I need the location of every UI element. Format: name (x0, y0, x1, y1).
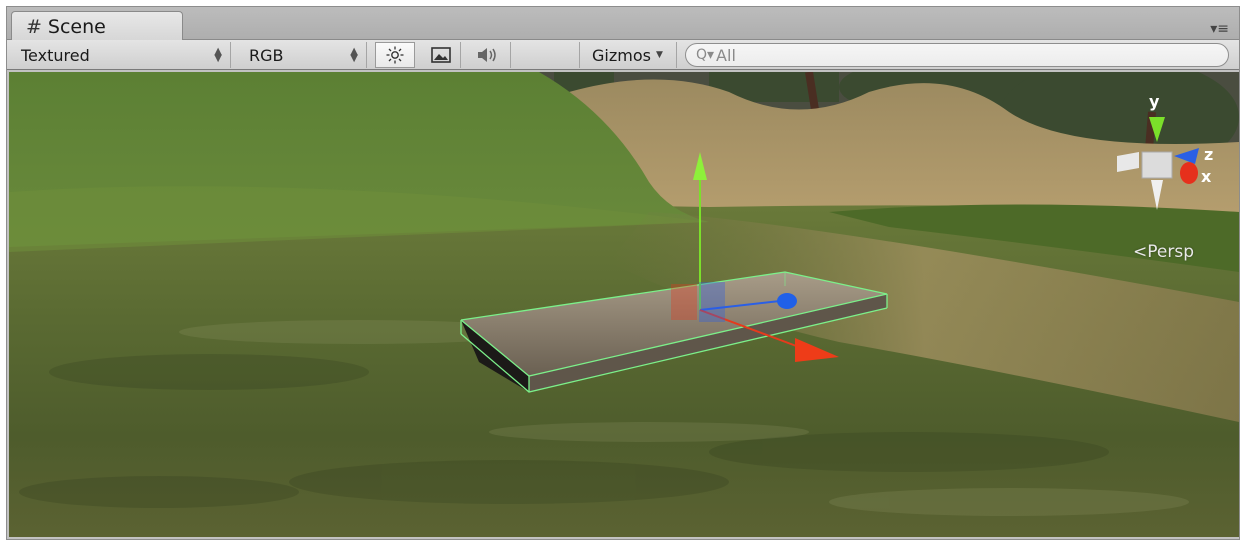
render-mode-dropdown[interactable]: RGB ▲ ▼ (239, 42, 367, 68)
render-mode-value: RGB (249, 45, 284, 65)
sun-icon (386, 46, 404, 64)
scene-overlay-button[interactable] (421, 42, 461, 68)
z-axis-label: z (1204, 145, 1213, 164)
speaker-icon (477, 48, 496, 62)
panel-menu-icon[interactable]: ▾≡ (1210, 21, 1229, 37)
draw-mode-dropdown[interactable]: Textured ▲ ▼ (11, 42, 231, 68)
back-arrow-icon: < (1133, 242, 1148, 262)
projection-label: Persp (1147, 242, 1194, 262)
projection-toggle[interactable]: <Persp (1133, 242, 1194, 262)
search-placeholder: All (716, 45, 736, 65)
draw-mode-value: Textured (21, 45, 90, 65)
y-axis-label: y (1149, 92, 1160, 111)
hash-icon: # (26, 15, 42, 38)
scene-lighting-button[interactable] (375, 42, 415, 68)
gizmos-label: Gizmos (592, 45, 651, 65)
chevron-down-icon: ▼ (655, 50, 663, 60)
search-icon: Q▾ (696, 47, 715, 63)
x-cone-icon (1180, 162, 1198, 184)
scene-viewport[interactable]: y z x <Persp (9, 72, 1239, 537)
scene-window: # Scene ▾≡ Textured ▲ ▼ RGB ▲ ▼ Gizmos ▼… (6, 6, 1240, 540)
image-icon (430, 47, 451, 63)
gizmos-dropdown[interactable]: Gizmos ▼ (579, 42, 677, 68)
x-axis-label: x (1201, 167, 1212, 186)
dropdown-arrows-icon: ▲ ▼ (214, 46, 222, 64)
search-input[interactable]: Q▾ All (685, 43, 1229, 67)
tab-scene-label: Scene (47, 15, 106, 38)
z-axis-handle (777, 293, 797, 309)
scene-toolbar: Textured ▲ ▼ RGB ▲ ▼ Gizmos ▼ Q▾ All (7, 40, 1239, 70)
scene-audio-button[interactable] (465, 42, 511, 68)
dropdown-arrows-icon: ▲ ▼ (350, 46, 358, 64)
tab-scene[interactable]: # Scene (11, 11, 183, 41)
scene-render: y z x (9, 72, 1239, 537)
tab-bar: # Scene ▾≡ (7, 7, 1239, 41)
zy-plane-handle (699, 282, 725, 322)
xy-plane-handle (671, 284, 697, 320)
